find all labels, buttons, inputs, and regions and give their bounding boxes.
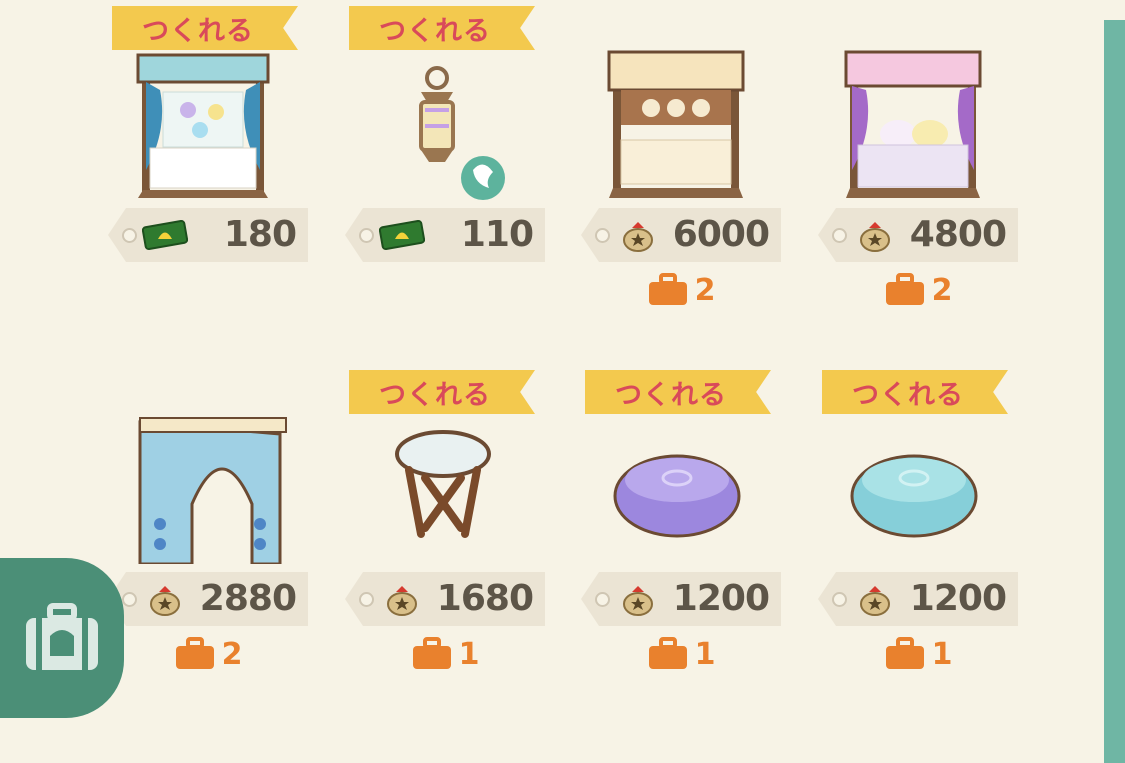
briefcase-icon bbox=[648, 637, 687, 669]
price-tag: 1200 bbox=[818, 572, 1018, 626]
item-card-tent-stall-pink[interactable]: 4800 2 bbox=[818, 2, 1018, 332]
tag-hole bbox=[832, 228, 847, 243]
bell-bag-icon bbox=[860, 586, 890, 616]
round-side-table-image bbox=[395, 430, 491, 538]
item-card-arch[interactable]: 2880 2 bbox=[108, 366, 308, 696]
storage-capacity: 1 bbox=[345, 634, 545, 674]
item-price: 2880 bbox=[199, 578, 297, 619]
purple-pouf-image bbox=[613, 454, 741, 538]
storage-capacity: 2 bbox=[108, 634, 308, 674]
tag-hole bbox=[595, 592, 610, 607]
bell-bag-icon bbox=[860, 222, 890, 252]
bell-bag-icon bbox=[150, 586, 180, 616]
hanging-lantern-image bbox=[419, 66, 505, 200]
item-card-pouf-blue[interactable]: つくれる 1200 1 bbox=[818, 366, 1018, 696]
price-tag: 110 bbox=[345, 208, 545, 262]
tiled-arch-image bbox=[138, 417, 287, 564]
scrollbar[interactable] bbox=[1104, 20, 1125, 763]
capacity-count: 2 bbox=[221, 636, 243, 672]
item-card-pouf-purple[interactable]: つくれる 1200 1 bbox=[581, 366, 781, 696]
briefcase-icon bbox=[175, 637, 214, 669]
bag-icon bbox=[26, 603, 98, 670]
price-tag: 1680 bbox=[345, 572, 545, 626]
briefcase-icon bbox=[648, 273, 687, 305]
item-price: 1200 bbox=[672, 578, 770, 619]
bell-bag-icon bbox=[623, 222, 653, 252]
storage-capacity: 2 bbox=[581, 270, 781, 310]
item-price: 4800 bbox=[909, 214, 1007, 255]
tag-hole bbox=[595, 228, 610, 243]
bell-bag-icon bbox=[623, 586, 653, 616]
ticket-icon bbox=[379, 219, 425, 251]
price-tag: 180 bbox=[108, 208, 308, 262]
item-price: 180 bbox=[223, 214, 297, 255]
capacity-count: 1 bbox=[931, 636, 953, 672]
tag-hole bbox=[122, 592, 137, 607]
ticket-icon bbox=[142, 219, 188, 251]
briefcase-icon bbox=[412, 637, 451, 669]
price-tag: 1200 bbox=[581, 572, 781, 626]
bag-tab-button[interactable] bbox=[0, 558, 124, 718]
tag-hole bbox=[832, 592, 847, 607]
blue-market-stall-image bbox=[136, 53, 270, 198]
capacity-count: 2 bbox=[931, 272, 953, 308]
pink-canopy-bed-image bbox=[844, 50, 982, 198]
capacity-count: 1 bbox=[458, 636, 480, 672]
item-price: 1200 bbox=[909, 578, 1007, 619]
tan-market-stall-image bbox=[607, 50, 745, 198]
item-price: 6000 bbox=[672, 214, 770, 255]
briefcase-icon bbox=[885, 637, 924, 669]
item-card-lantern[interactable]: つくれる 110 bbox=[345, 2, 545, 332]
tag-hole bbox=[359, 228, 374, 243]
storage-capacity: 1 bbox=[818, 634, 1018, 674]
capacity-count: 2 bbox=[694, 272, 716, 308]
tag-hole bbox=[359, 592, 374, 607]
price-tag: 6000 bbox=[581, 208, 781, 262]
blue-pouf-image bbox=[850, 454, 978, 538]
bell-bag-icon bbox=[387, 586, 417, 616]
tag-hole bbox=[122, 228, 137, 243]
item-card-tent-stall-tan[interactable]: 6000 2 bbox=[581, 2, 781, 332]
item-card-table[interactable]: つくれる 1680 1 bbox=[345, 366, 545, 696]
item-card-tent-stall-blue[interactable]: つくれる 180 bbox=[108, 2, 308, 332]
storage-capacity: 2 bbox=[818, 270, 1018, 310]
item-price: 1680 bbox=[436, 578, 534, 619]
briefcase-icon bbox=[885, 273, 924, 305]
price-tag: 4800 bbox=[818, 208, 1018, 262]
price-tag: 2880 bbox=[108, 572, 308, 626]
storage-capacity: 1 bbox=[581, 634, 781, 674]
capacity-count: 1 bbox=[694, 636, 716, 672]
item-price: 110 bbox=[460, 214, 534, 255]
